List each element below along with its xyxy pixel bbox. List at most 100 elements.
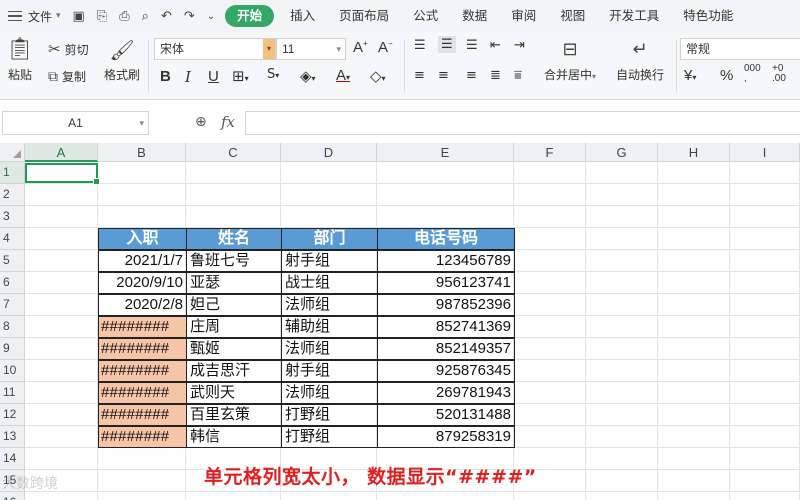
- row-header-5[interactable]: 5: [0, 250, 25, 272]
- redo-icon[interactable]: ↷: [184, 9, 195, 24]
- phone-cell[interactable]: 123456789: [377, 250, 515, 272]
- column-header-d[interactable]: D: [281, 143, 377, 162]
- wrap-text-button[interactable]: ↵ 自动换行: [616, 38, 664, 83]
- row-header-10[interactable]: 10: [0, 360, 25, 382]
- tab-8[interactable]: 特色功能: [671, 5, 745, 27]
- column-header-b[interactable]: B: [98, 143, 186, 162]
- more-icon[interactable]: ⌄: [207, 11, 215, 22]
- align-left-icon[interactable]: ≡: [414, 68, 425, 83]
- dept-cell[interactable]: 打野组: [281, 426, 378, 448]
- row-header-2[interactable]: 2: [0, 184, 25, 206]
- row-header-13[interactable]: 13: [0, 426, 25, 448]
- dept-cell[interactable]: 打野组: [281, 404, 378, 426]
- percent-icon[interactable]: %: [720, 67, 733, 84]
- date-cell[interactable]: 2021/1/7: [98, 250, 187, 272]
- row-header-12[interactable]: 12: [0, 404, 25, 426]
- indent-increase-icon[interactable]: ⇥: [514, 38, 525, 53]
- tab-3[interactable]: 公式: [401, 5, 450, 27]
- name-cell[interactable]: 成吉思汗: [186, 360, 282, 382]
- column-header-e[interactable]: E: [377, 143, 514, 162]
- row-header-3[interactable]: 3: [0, 206, 25, 228]
- bold-icon[interactable]: B: [160, 68, 171, 85]
- text-color-icon[interactable]: A▾: [336, 67, 350, 84]
- border-icon[interactable]: ⊞▾: [232, 67, 249, 85]
- thousands-icon[interactable]: 000,: [744, 64, 761, 84]
- column-header-a[interactable]: A: [25, 143, 98, 162]
- underline-icon[interactable]: U: [208, 68, 219, 85]
- formula-input[interactable]: [245, 111, 800, 135]
- increase-font-icon[interactable]: A+: [353, 39, 368, 56]
- phone-cell[interactable]: 925876345: [377, 360, 515, 382]
- date-cell[interactable]: ########: [98, 360, 187, 382]
- align-middle-icon[interactable]: ☰: [438, 36, 456, 53]
- row-header-8[interactable]: 8: [0, 316, 25, 338]
- phone-cell[interactable]: 852741369: [377, 316, 515, 338]
- merge-center-button[interactable]: ⊟ 合并居中▾: [544, 38, 596, 83]
- decrease-font-icon[interactable]: A−: [378, 39, 393, 56]
- row-header-4[interactable]: 4: [0, 228, 25, 250]
- row-header-7[interactable]: 7: [0, 294, 25, 316]
- phone-cell[interactable]: 269781943: [377, 382, 515, 404]
- column-header-c[interactable]: C: [186, 143, 281, 162]
- dept-cell[interactable]: 法师组: [281, 338, 378, 360]
- tab-7[interactable]: 开发工具: [597, 5, 671, 27]
- phone-cell[interactable]: 879258319: [377, 426, 515, 448]
- column-header-g[interactable]: G: [586, 143, 658, 162]
- phone-cell[interactable]: 520131488: [377, 404, 515, 426]
- active-cell-cursor[interactable]: [25, 163, 100, 185]
- name-box[interactable]: A1 ▾: [2, 111, 149, 135]
- date-cell[interactable]: ########: [98, 404, 187, 426]
- table-header-cell[interactable]: 入职: [98, 228, 187, 250]
- copy-button[interactable]: ⧉ 复制: [48, 68, 86, 85]
- fill-color-icon[interactable]: ◈▾: [300, 67, 316, 85]
- tab-6[interactable]: 视图: [548, 5, 597, 27]
- tab-4[interactable]: 数据: [450, 5, 499, 27]
- table-header-cell[interactable]: 姓名: [186, 228, 282, 250]
- table-header-cell[interactable]: 电话号码: [377, 228, 515, 250]
- justify-icon[interactable]: ≣: [490, 68, 501, 83]
- name-cell[interactable]: 韩信: [186, 426, 282, 448]
- dept-cell[interactable]: 射手组: [281, 250, 378, 272]
- zoom-icon[interactable]: ⊕: [195, 114, 207, 130]
- align-bottom-icon[interactable]: ☰: [466, 38, 478, 53]
- dept-cell[interactable]: 战士组: [281, 272, 378, 294]
- italic-icon[interactable]: I: [185, 68, 191, 86]
- clear-format-icon[interactable]: ◇▾: [370, 67, 386, 85]
- tab-1[interactable]: 插入: [278, 5, 327, 27]
- dept-cell[interactable]: 辅助组: [281, 316, 378, 338]
- date-cell[interactable]: ########: [98, 426, 187, 448]
- row-header-16[interactable]: 16: [0, 492, 25, 500]
- date-cell[interactable]: 2020/9/10: [98, 272, 187, 294]
- name-cell[interactable]: 鲁班七号: [186, 250, 282, 272]
- row-header-9[interactable]: 9: [0, 338, 25, 360]
- dept-cell[interactable]: 射手组: [281, 360, 378, 382]
- tab-5[interactable]: 审阅: [499, 5, 548, 27]
- row-header-6[interactable]: 6: [0, 272, 25, 294]
- tab-2[interactable]: 页面布局: [327, 5, 401, 27]
- dept-cell[interactable]: 法师组: [281, 294, 378, 316]
- name-cell[interactable]: 亚瑟: [186, 272, 282, 294]
- cut-button[interactable]: ✂ 剪切: [48, 40, 89, 58]
- undo-icon[interactable]: ↶: [161, 9, 172, 24]
- date-cell[interactable]: ########: [98, 338, 187, 360]
- font-color-icon[interactable]: S▾: [267, 67, 279, 82]
- font-size-select[interactable]: 11 ▾: [276, 38, 346, 60]
- align-top-icon[interactable]: ☰: [414, 38, 426, 53]
- indent-decrease-icon[interactable]: ⇤: [490, 38, 501, 53]
- column-header-h[interactable]: H: [658, 143, 730, 162]
- date-cell[interactable]: 2020/2/8: [98, 294, 187, 316]
- print-preview-icon[interactable]: ⌕: [142, 9, 149, 24]
- name-cell[interactable]: 武则天: [186, 382, 282, 404]
- row-header-14[interactable]: 14: [0, 448, 25, 470]
- format-painter-button[interactable]: 🖌︎ 格式刷: [104, 38, 140, 83]
- number-format-select[interactable]: 常规: [680, 38, 800, 60]
- print-icon[interactable]: ⎙: [119, 9, 129, 24]
- name-cell[interactable]: 妲己: [186, 294, 282, 316]
- distribute-icon[interactable]: ⩸: [514, 68, 522, 83]
- name-cell[interactable]: 甄姬: [186, 338, 282, 360]
- currency-icon[interactable]: ¥▾: [684, 67, 696, 84]
- select-all-corner[interactable]: [0, 143, 25, 162]
- file-menu[interactable]: 文件 ▾: [28, 8, 61, 25]
- name-cell[interactable]: 百里玄策: [186, 404, 282, 426]
- font-name-select[interactable]: 宋体 ▾: [154, 38, 276, 60]
